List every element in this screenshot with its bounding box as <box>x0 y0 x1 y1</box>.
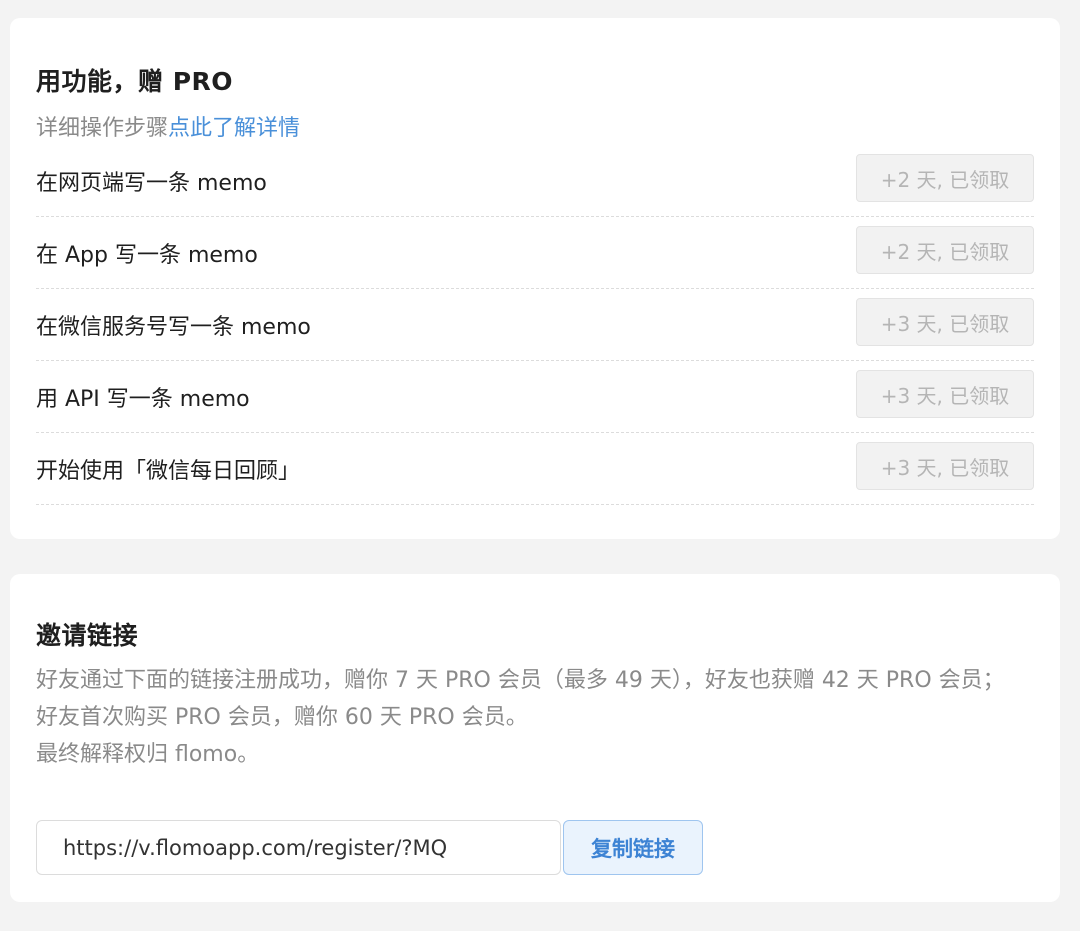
invite-card: 邀请链接 好友通过下面的链接注册成功，赠你 7 天 PRO 会员（最多 49 天… <box>10 574 1060 902</box>
task-row: 在网页端写一条 memo +2 天, 已领取 <box>36 145 1034 217</box>
claimed-button[interactable]: +2 天, 已领取 <box>856 154 1034 202</box>
subtitle-prefix: 详细操作步骤 <box>36 116 169 141</box>
claimed-button[interactable]: +3 天, 已领取 <box>856 442 1034 490</box>
copy-link-button[interactable]: 复制链接 <box>563 820 703 875</box>
claimed-button[interactable]: +2 天, 已领取 <box>856 226 1034 274</box>
tasks-card-title: 用功能，赠 PRO <box>36 67 234 96</box>
claimed-button[interactable]: +3 天, 已领取 <box>856 370 1034 418</box>
task-label: 开始使用「微信每日回顾」 <box>36 459 301 484</box>
invite-link-row: 复制链接 <box>36 820 703 875</box>
details-link[interactable]: 点此了解详情 <box>168 116 300 141</box>
tasks-subtitle: 详细操作步骤点此了解详情 <box>36 110 300 142</box>
task-label: 用 API 写一条 memo <box>36 387 250 412</box>
invite-desc-line: 最终解释权归 flomo。 <box>36 742 260 767</box>
invite-desc-line: 好友首次购买 PRO 会员，赠你 60 天 PRO 会员。 <box>36 705 528 730</box>
tasks-card: 用功能，赠 PRO 详细操作步骤点此了解详情 在网页端写一条 memo +2 天… <box>10 18 1060 539</box>
task-row: 用 API 写一条 memo +3 天, 已领取 <box>36 361 1034 433</box>
task-label: 在 App 写一条 memo <box>36 243 258 268</box>
task-label: 在微信服务号写一条 memo <box>36 315 311 340</box>
task-list: 在网页端写一条 memo +2 天, 已领取 在 App 写一条 memo +2… <box>36 145 1034 505</box>
claimed-button[interactable]: +3 天, 已领取 <box>856 298 1034 346</box>
task-label: 在网页端写一条 memo <box>36 171 267 196</box>
task-row: 在微信服务号写一条 memo +3 天, 已领取 <box>36 289 1034 361</box>
task-row: 在 App 写一条 memo +2 天, 已领取 <box>36 217 1034 289</box>
invite-link-input[interactable] <box>36 820 561 875</box>
invite-desc-line: 好友通过下面的链接注册成功，赠你 7 天 PRO 会员（最多 49 天），好友也… <box>36 668 1005 693</box>
invite-description: 好友通过下面的链接注册成功，赠你 7 天 PRO 会员（最多 49 天），好友也… <box>36 662 1036 773</box>
task-row: 开始使用「微信每日回顾」 +3 天, 已领取 <box>36 433 1034 505</box>
invite-card-title: 邀请链接 <box>36 621 139 650</box>
